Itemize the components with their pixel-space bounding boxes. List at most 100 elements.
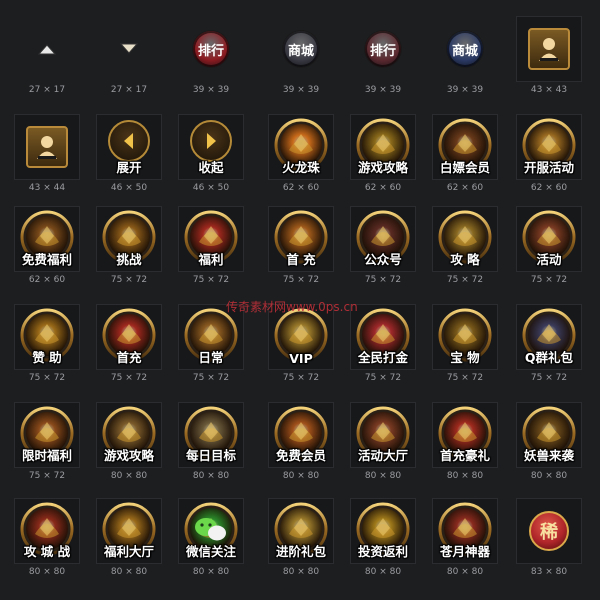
size-caption: 75 × 72: [364, 275, 402, 285]
first-recharge-chest-icon[interactable]: 首 充: [268, 206, 334, 272]
medal-label: 每日目标: [185, 448, 236, 463]
city-icon[interactable]: 商城: [432, 16, 498, 82]
icon-cell: 稀 83 × 80: [508, 496, 590, 584]
icon-cell: 公众号 75 × 72: [342, 204, 424, 292]
strategy-book-icon[interactable]: 游戏攻略: [96, 402, 162, 468]
size-caption: 46 × 50: [110, 183, 148, 193]
size-caption: 75 × 72: [282, 373, 320, 383]
size-caption: 80 × 80: [28, 567, 66, 577]
chevron-right-icon[interactable]: 收起: [178, 114, 244, 180]
orb-button-label: 商城: [447, 31, 483, 67]
red-badge-icon[interactable]: 稀: [516, 498, 582, 564]
icon-cell: 27 × 17: [88, 14, 170, 102]
penguin-icon[interactable]: Q群礼包: [516, 304, 582, 370]
strategy-book-icon[interactable]: 游戏攻略: [350, 114, 416, 180]
size-caption: 62 × 60: [530, 183, 568, 193]
size-caption: 27 × 17: [110, 85, 148, 95]
coin-icon[interactable]: 投资返利: [350, 498, 416, 564]
size-caption: 62 × 60: [364, 183, 402, 193]
size-caption: 75 × 72: [192, 373, 230, 383]
orb-button-label: 排行: [193, 31, 229, 67]
button-label: 展开: [116, 160, 142, 175]
icon-cell: 攻 略 75 × 72: [424, 204, 506, 292]
free-welfare-icon[interactable]: 免费福利: [14, 206, 80, 272]
size-caption: 39 × 39: [192, 85, 230, 95]
medal-label: 攻 略: [450, 252, 480, 267]
monster-raid-icon[interactable]: 妖兽来袭: [516, 402, 582, 468]
size-caption: 62 × 60: [28, 275, 66, 285]
portrait-icon[interactable]: 公众号: [350, 206, 416, 272]
limited-welfare-icon[interactable]: 限时福利: [14, 402, 80, 468]
gift-box-icon[interactable]: 首充: [96, 304, 162, 370]
size-caption: 75 × 72: [530, 373, 568, 383]
free-member-icon[interactable]: 免费会员: [268, 402, 334, 468]
challenge-icon[interactable]: 挑战: [96, 206, 162, 272]
drum-icon[interactable]: 活动: [516, 206, 582, 272]
medal-label: 首充豪礼: [439, 448, 490, 463]
icon-cell: 43 × 43: [508, 14, 590, 102]
arrow-down-icon-shape: [115, 41, 143, 57]
size-caption: 80 × 80: [282, 567, 320, 577]
icon-cell: 妖兽来袭 80 × 80: [508, 400, 590, 488]
size-caption: 75 × 72: [28, 471, 66, 481]
siege-icon[interactable]: 攻 城 战: [14, 498, 80, 564]
size-caption: 62 × 60: [446, 183, 484, 193]
arrow-down-icon[interactable]: [96, 16, 162, 82]
size-caption: 80 × 80: [110, 567, 148, 577]
medal-label: 首充: [116, 350, 142, 365]
arrow-up-icon[interactable]: [14, 16, 80, 82]
size-caption: 80 × 80: [530, 471, 568, 481]
advance-gift-icon[interactable]: 进阶礼包: [268, 498, 334, 564]
icon-cell: 福利 75 × 72: [170, 204, 252, 292]
scroll-icon[interactable]: 攻 略: [432, 206, 498, 272]
treasure-chest-icon[interactable]: 白嫖会员: [432, 114, 498, 180]
medal-label: 妖兽来袭: [523, 448, 574, 463]
size-caption: 43 × 44: [28, 183, 66, 193]
size-caption: 75 × 72: [446, 373, 484, 383]
icon-cell: 挑战 75 × 72: [88, 204, 170, 292]
medal-label: 挑战: [116, 252, 142, 267]
fire-dragon-orb-icon[interactable]: 火龙珠: [268, 114, 334, 180]
gift-box-icon[interactable]: 福利: [178, 206, 244, 272]
icon-cell: 苍月神器 80 × 80: [424, 496, 506, 584]
size-caption: 75 × 72: [192, 275, 230, 285]
crest-icon[interactable]: 宝 物: [432, 304, 498, 370]
moon-weapon-icon[interactable]: 苍月神器: [432, 498, 498, 564]
size-caption: 75 × 72: [446, 275, 484, 285]
recharge-gift-icon[interactable]: 首充豪礼: [432, 402, 498, 468]
gold-flag-icon[interactable]: 全民打金: [350, 304, 416, 370]
round-button: [108, 120, 150, 162]
medal-label: 开服活动: [523, 160, 574, 175]
medal-label: 投资返利: [357, 544, 408, 559]
icon-cell: Q群礼包 75 × 72: [508, 302, 590, 390]
avatar-icon[interactable]: [14, 114, 80, 180]
icon-cell: 限时福利 75 × 72: [6, 400, 88, 488]
size-caption: 75 × 72: [282, 275, 320, 285]
daily-goal-icon[interactable]: 每日目标: [178, 402, 244, 468]
wechat-icon[interactable]: 微信关注: [178, 498, 244, 564]
chevron-left-icon[interactable]: 展开: [96, 114, 162, 180]
server-open-icon[interactable]: 开服活动: [516, 114, 582, 180]
activity-hall-icon[interactable]: 活动大厅: [350, 402, 416, 468]
icon-cell: 首充豪礼 80 × 80: [424, 400, 506, 488]
size-caption: 62 × 60: [282, 183, 320, 193]
medal-label: 火龙珠: [282, 160, 320, 175]
icon-cell: VIP 75 × 72: [260, 302, 342, 390]
avatar-icon[interactable]: [516, 16, 582, 82]
avatar: [528, 28, 570, 70]
welfare-hall-icon[interactable]: 福利大厅: [96, 498, 162, 564]
size-caption: 80 × 80: [110, 471, 148, 481]
ranking-icon[interactable]: 排行: [178, 16, 244, 82]
medal-label: 微信关注: [185, 544, 236, 559]
city-icon[interactable]: 商城: [268, 16, 334, 82]
icon-cell: 火龙珠 62 × 60: [260, 112, 342, 200]
icon-cell: 27 × 17: [6, 14, 88, 102]
size-caption: 39 × 39: [446, 85, 484, 95]
ranking-icon[interactable]: 排行: [350, 16, 416, 82]
size-caption: 75 × 72: [110, 275, 148, 285]
icon-cell: 开服活动 62 × 60: [508, 112, 590, 200]
medal-label: 白嫖会员: [439, 160, 490, 175]
sponsor-coin-icon[interactable]: 赞 助: [14, 304, 80, 370]
medal-label: 公众号: [364, 252, 402, 267]
icon-cell: 每日目标 80 × 80: [170, 400, 252, 488]
